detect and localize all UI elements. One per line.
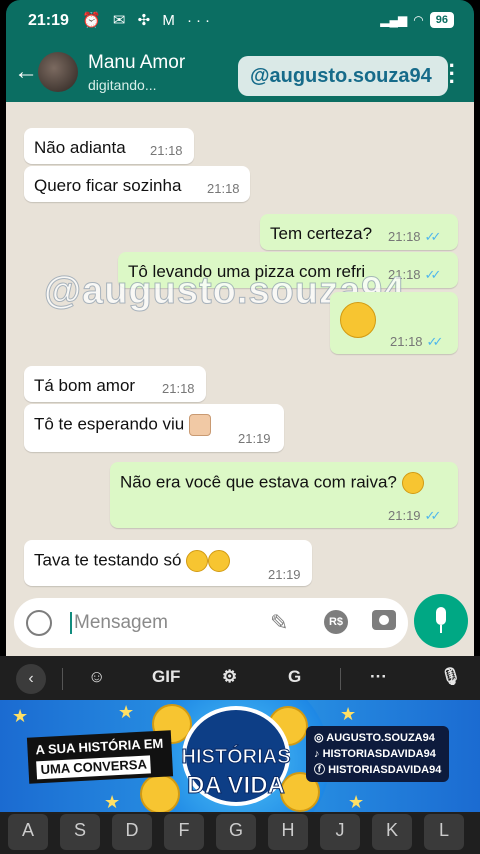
star-icon: ★ [118, 702, 135, 722]
attach-icon[interactable]: ✎ [270, 610, 288, 636]
message-text: Tem certeza? [270, 224, 373, 243]
sticker-icon[interactable]: ☺ [88, 667, 105, 687]
status-time: 21:19 [28, 12, 69, 29]
translate-icon[interactable]: G [288, 667, 301, 687]
heart-hands-icon [189, 414, 211, 436]
message-bubble-outgoing[interactable]: Não era você que estava com raiva? 21:19… [110, 462, 458, 528]
star-icon: ★ [104, 792, 121, 812]
status-bar: 21:19 ⏰ ✉ ✣ M ··· ▂▄▆ ◠ 96 [6, 0, 474, 40]
more-options-icon[interactable]: · · · [449, 55, 456, 93]
message-text: Não adianta [34, 138, 126, 157]
message-time: 21:19 ✓✓ [388, 508, 442, 523]
read-receipt-icon: ✓✓ [426, 334, 444, 349]
message-time: 21:18 [162, 381, 195, 396]
keyboard-keys: A S D F G H J K L [0, 812, 480, 854]
rolling-laughing-face-icon [208, 550, 231, 572]
microphone-button[interactable] [414, 594, 468, 648]
contact-avatar[interactable] [38, 52, 78, 92]
settings-gear-icon[interactable]: ⚙ [222, 667, 237, 687]
status-right: ▂▄▆ ◠ 96 [380, 12, 454, 28]
thinking-face-icon [401, 472, 424, 494]
message-time: 21:18 [207, 181, 240, 196]
emoji-icon[interactable] [26, 610, 52, 636]
camera-icon[interactable] [372, 610, 396, 630]
keyboard-collapse-icon[interactable]: ‹ [16, 664, 46, 694]
back-arrow-icon[interactable]: ← [14, 58, 38, 86]
message-time: 21:18 ✓✓ [388, 229, 442, 244]
message-text: Tô te esperando viu [34, 414, 185, 434]
promo-banner: ★ ★ ★ ★ ★ A SUA HISTÓRIA EM UMA CONVERSA… [0, 700, 480, 812]
payment-icon[interactable]: R$ [324, 610, 348, 634]
chat-header: ← Manu Amor digitando... @augusto.souza9… [6, 40, 474, 102]
message-bubble-incoming[interactable]: Tá bom amor 21:18 [24, 366, 206, 402]
wifi-icon: ◠ [413, 13, 424, 27]
message-text: Não era você que estava com raiva? [120, 472, 397, 492]
key-j[interactable]: J [320, 814, 360, 850]
keyboard-toolbar: ‹ ☺ GIF ⚙ G ··· 🎙 [0, 656, 480, 700]
logo-title-line1: HISTÓRIAS [181, 746, 291, 769]
key-k[interactable]: K [372, 814, 412, 850]
voice-input-icon[interactable]: 🎙 [440, 667, 462, 687]
message-input-box[interactable]: Mensagem ✎ R$ [14, 598, 408, 648]
key-s[interactable]: S [60, 814, 100, 850]
divider [340, 668, 341, 690]
message-list: Não adianta 21:18 Quero ficar sozinha 21… [6, 102, 474, 598]
message-text: Tava te testando só [34, 550, 182, 570]
signal-icon: ▂▄▆ [380, 13, 408, 27]
message-time: 21:18 [150, 143, 183, 158]
contact-name[interactable]: Manu Amor [88, 52, 185, 74]
message-time: 21:19 [268, 567, 301, 582]
star-icon: ★ [348, 792, 365, 812]
screen: 21:19 ⏰ ✉ ✣ M ··· ▂▄▆ ◠ 96 ← Manu Amor d… [0, 0, 480, 854]
message-bubble-incoming[interactable]: Quero ficar sozinha 21:18 [24, 166, 250, 202]
read-receipt-icon: ✓✓ [424, 229, 442, 244]
message-bubble-incoming[interactable]: Não adianta 21:18 [24, 128, 194, 164]
key-g[interactable]: G [216, 814, 256, 850]
tagline-line2: UMA CONVERSA [36, 755, 152, 780]
rolling-laughing-face-icon [186, 550, 209, 572]
key-f[interactable]: F [164, 814, 204, 850]
message-bubble-outgoing[interactable]: Tem certeza? 21:18 ✓✓ [260, 214, 458, 250]
banner-tagline: A SUA HISTÓRIA EM UMA CONVERSA [26, 730, 173, 784]
message-bubble-incoming[interactable]: Tô te esperando viu 21:19 [24, 404, 284, 452]
message-bubble-outgoing[interactable]: 21:18 ✓✓ [330, 292, 458, 354]
more-icon[interactable]: ··· [370, 667, 387, 687]
message-text: Tá bom amor [34, 376, 136, 395]
divider [62, 668, 63, 690]
tiktok-handle: ♪ HISTORIASDAVIDA94 [314, 748, 436, 760]
key-d[interactable]: D [112, 814, 152, 850]
composer: Mensagem ✎ R$ [6, 594, 474, 656]
instagram-handle: ◎ AUGUSTO.SOUZA94 [314, 732, 435, 744]
facebook-handle: ⓕ HISTORIASDAVIDA94 [314, 764, 442, 776]
read-receipt-icon: ✓✓ [424, 508, 442, 523]
message-text: Quero ficar sozinha [34, 176, 182, 195]
gif-button[interactable]: GIF [152, 667, 180, 687]
smirking-face-icon [340, 302, 376, 338]
key-h[interactable]: H [268, 814, 308, 850]
watermark-top: @augusto.souza94 [238, 56, 448, 96]
key-l[interactable]: L [424, 814, 464, 850]
message-time: 21:19 [238, 431, 271, 446]
notification-icons: ⏰ ✉ ✣ M ··· [82, 12, 214, 29]
logo-title-line2: DA VIDA [187, 772, 286, 800]
social-handles: ◎ AUGUSTO.SOUZA94 ♪ HISTORIASDAVIDA94 ⓕ … [306, 726, 450, 782]
battery-icon: 96 [429, 12, 454, 28]
read-receipt-icon: ✓✓ [424, 267, 442, 282]
message-input[interactable]: Mensagem [70, 612, 168, 634]
message-time: 21:18 ✓✓ [390, 334, 444, 349]
star-icon: ★ [340, 704, 357, 724]
key-a[interactable]: A [8, 814, 48, 850]
contact-status: digitando... [88, 77, 157, 93]
message-bubble-incoming[interactable]: Tava te testando só 21:19 [24, 540, 312, 586]
star-icon: ★ [12, 706, 29, 726]
